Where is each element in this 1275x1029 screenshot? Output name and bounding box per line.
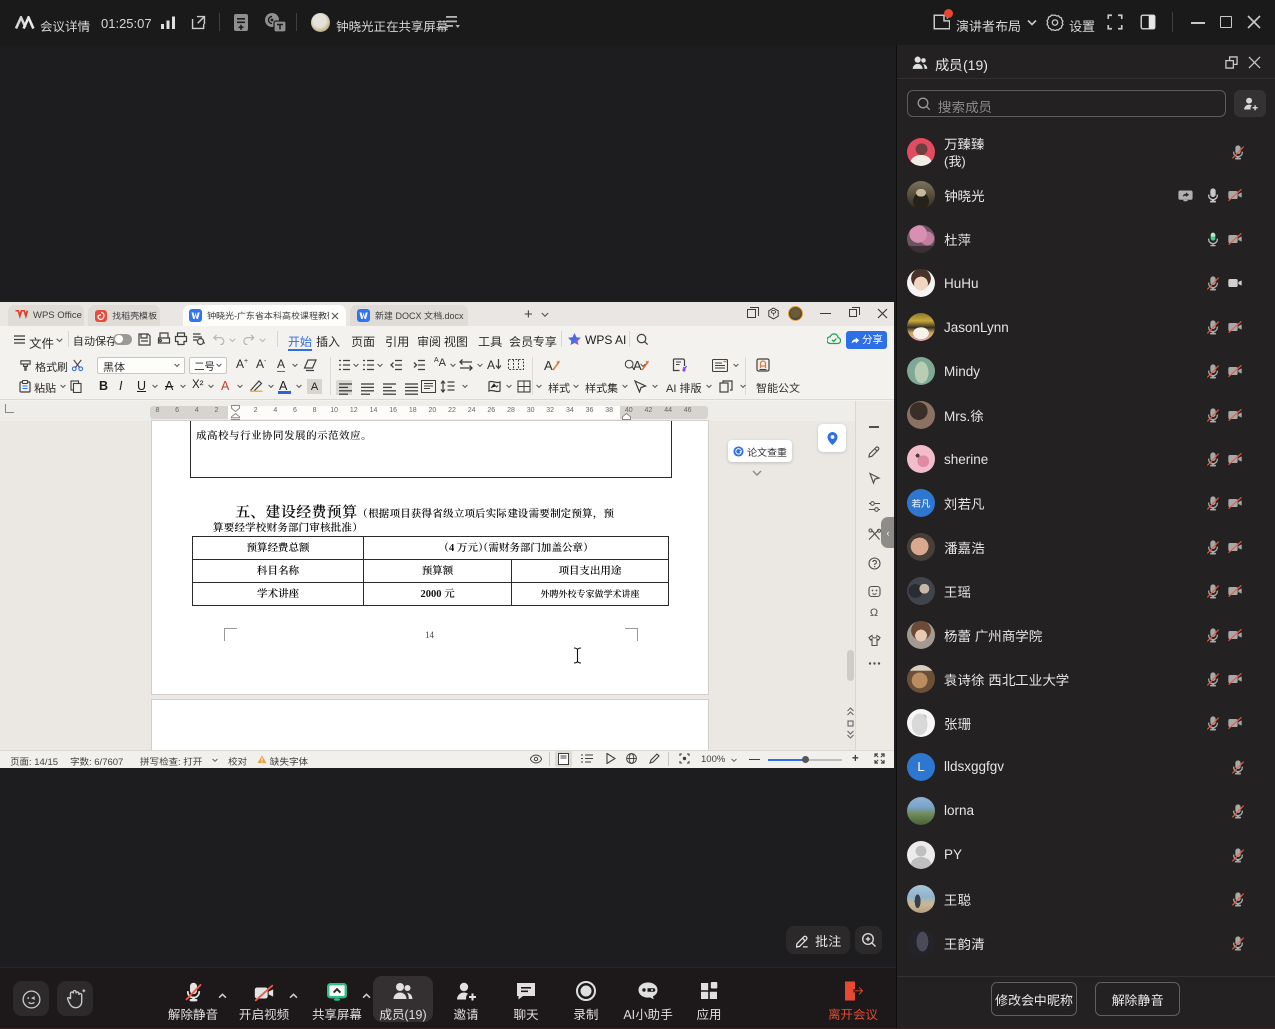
svg-text:A: A bbox=[544, 358, 553, 373]
svg-text:A: A bbox=[487, 358, 495, 371]
